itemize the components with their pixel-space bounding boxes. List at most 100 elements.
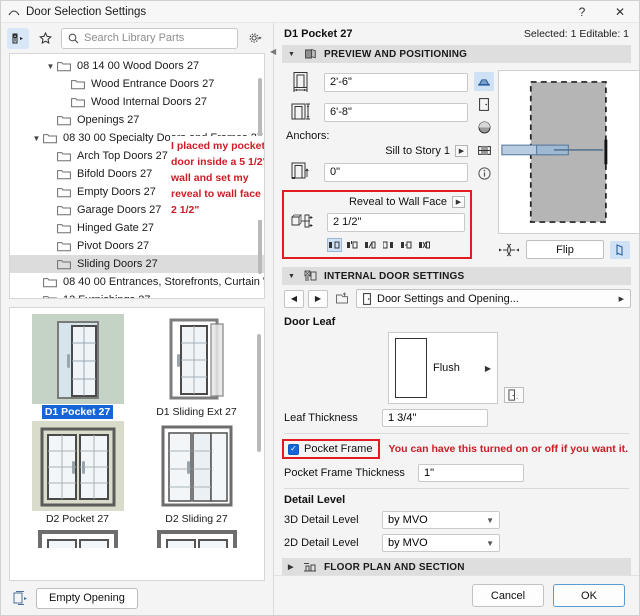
folder-icon <box>57 205 73 216</box>
library-part-gallery[interactable]: D1 Pocket 27 D1 Sliding Ext 27 D2 Pocket 2… <box>9 307 265 581</box>
tree-item-label: Garage Doors 27 <box>77 204 162 216</box>
floor-plan-section-icon <box>303 562 317 573</box>
elevation-icon[interactable] <box>474 95 494 114</box>
gallery-scrollbar[interactable] <box>257 334 261 452</box>
gallery-item[interactable] <box>139 528 254 548</box>
tree-item[interactable]: ▼ 08 14 00 Wood Doors 27 <box>10 57 264 75</box>
gallery-item[interactable]: D1 Pocket 27 <box>20 314 135 419</box>
folder-icon <box>71 97 87 108</box>
flip-button[interactable]: Flip <box>526 240 604 259</box>
anchor-opt5-icon[interactable] <box>399 238 414 252</box>
tree-item[interactable]: Openings 27 <box>10 111 264 129</box>
3d-sphere-icon[interactable] <box>474 118 494 137</box>
settings-scroll-area[interactable]: ▼ PREVIEW AND POSITIONING 2'-6" 6'-8" An… <box>274 45 639 575</box>
tree-item[interactable]: Pivot Doors 27 <box>10 237 264 255</box>
reveal-highlight-box: Reveal to Wall Face ▶ 2 1/2" <box>282 190 472 259</box>
pocket-frame-highlight-box: ✓ Pocket Frame <box>282 439 381 459</box>
tree-item[interactable]: Wood Internal Doors 27 <box>10 93 264 111</box>
gallery-item-thumbnail <box>31 314 124 404</box>
star-icon[interactable] <box>34 28 56 49</box>
ok-button[interactable]: OK <box>553 584 625 607</box>
tree-item[interactable]: Wood Entrance Doors 27 <box>10 75 264 93</box>
door-height-input[interactable]: 6'-8" <box>324 102 468 122</box>
mirror-icon[interactable] <box>498 242 520 258</box>
selection-info: Selected: 1 Editable: 1 <box>523 28 629 40</box>
anchor-left-icon[interactable] <box>327 238 342 252</box>
door-leaf-selector[interactable]: Flush ▶ <box>388 332 498 404</box>
sill-anchor-input[interactable]: 0" <box>324 162 468 182</box>
tree-item[interactable]: Hinged Gate 27 <box>10 219 264 237</box>
close-button[interactable]: ✕ <box>601 1 639 23</box>
leaf-more-icon[interactable]: .. <box>504 387 524 403</box>
door-height-icon <box>286 100 316 124</box>
chevron-right-icon[interactable]: ▶ <box>485 364 491 373</box>
anchor-center-icon[interactable] <box>345 238 360 252</box>
chevron-down-icon: ▼ <box>288 50 296 58</box>
detail-level-title: Detail Level <box>284 494 346 506</box>
section-preview-and-positioning[interactable]: ▼ PREVIEW AND POSITIONING <box>282 45 631 63</box>
search-input[interactable]: Search Library Parts <box>61 27 238 49</box>
door-width-input[interactable]: 2'-6" <box>324 72 468 92</box>
door-settings-page-selector[interactable]: Door Settings and Opening... ▶ <box>356 289 631 308</box>
model-3d-icon[interactable] <box>474 72 494 91</box>
tree-item[interactable]: 08 40 00 Entrances, Storefronts, Curtain… <box>10 273 264 291</box>
sill-anchor-popup[interactable]: Sill to Story 1 ▶ <box>286 145 468 157</box>
section-floor-plan-and-section[interactable]: ▶ FLOOR PLAN AND SECTION <box>282 558 631 575</box>
title-bar: Door Selection Settings ? ✕ <box>1 1 639 23</box>
folder-icon <box>57 241 73 252</box>
chevron-right-icon: ▶ <box>288 564 294 571</box>
chevron-right-icon[interactable]: ▶ <box>452 196 465 208</box>
arrow-right-icon[interactable]: ▶ <box>308 289 328 308</box>
detail-level-select[interactable]: by MVO ▼ <box>382 511 500 529</box>
chevron-right-icon[interactable]: ▶ <box>619 295 624 303</box>
section-internal-door-settings[interactable]: ▼ INTERNAL DOOR SETTINGS <box>282 267 631 285</box>
gallery-item[interactable] <box>20 528 135 548</box>
settings-header: D1 Pocket 27 Selected: 1 Editable: 1 <box>274 23 639 45</box>
tree-item[interactable]: 12 Furnishings 27 <box>10 291 264 298</box>
door-preview[interactable] <box>498 70 639 234</box>
section-icon[interactable] <box>474 141 494 160</box>
empty-opening-button[interactable]: Empty Opening <box>36 587 138 609</box>
tree-item[interactable]: Sliding Doors 27 <box>10 255 264 273</box>
folder-icon <box>57 151 73 162</box>
chevron-right-icon[interactable]: ▶ <box>455 145 468 157</box>
tree-item-label: Empty Doors 27 <box>77 186 156 198</box>
orientation-left-icon[interactable] <box>610 240 630 259</box>
collapsed-sections: ▶FLOOR PLAN AND SECTION▶DIMENSION MARKER… <box>282 558 631 575</box>
leaf-thickness-input[interactable]: 1 3/4" <box>382 409 488 427</box>
library-part-browse-icon[interactable] <box>7 27 29 49</box>
folder-icon <box>57 187 73 198</box>
section-label: INTERNAL DOOR SETTINGS <box>324 270 465 282</box>
gallery-item[interactable]: D1 Sliding Ext 27 <box>139 314 254 419</box>
reveal-popup[interactable]: Reveal to Wall Face ▶ <box>289 196 465 208</box>
go-up-icon[interactable] <box>332 290 352 308</box>
detail-level-select[interactable]: by MVO ▼ <box>382 534 500 552</box>
arrow-left-icon[interactable]: ◀ <box>284 289 304 308</box>
gallery-item[interactable]: D2 Sliding 27 <box>139 421 254 526</box>
pocket-frame-thickness-input[interactable]: 1" <box>418 464 524 482</box>
anchor-right-icon[interactable] <box>363 238 378 252</box>
chevron-down-icon[interactable]: ▼ <box>44 62 57 71</box>
library-browser-pane: Search Library Parts ▼ 08 14 00 Wood Door… <box>1 23 273 615</box>
gallery-item-thumbnail <box>31 421 124 511</box>
gear-icon[interactable] <box>243 28 267 49</box>
reveal-input[interactable]: 2 1/2" <box>327 212 465 232</box>
help-button[interactable]: ? <box>563 1 601 23</box>
gallery-item[interactable]: D2 Pocket 27 <box>20 421 135 526</box>
library-tree[interactable]: ▼ 08 14 00 Wood Doors 27 Wood Entrance Doo… <box>9 53 265 299</box>
anchor-opt4-icon[interactable] <box>381 238 396 252</box>
info-icon[interactable] <box>474 164 494 183</box>
anchor-opt6-icon[interactable] <box>417 238 432 252</box>
search-placeholder: Search Library Parts <box>84 32 185 44</box>
internal-door-settings-icon <box>303 270 317 282</box>
chevron-down-icon[interactable]: ▼ <box>30 134 43 143</box>
orientation-right-icon[interactable] <box>636 241 639 259</box>
library-toolbar: Search Library Parts <box>1 23 273 53</box>
pocket-frame-checkbox[interactable]: ✓ <box>288 443 299 455</box>
sill-anchor-icon <box>286 160 316 184</box>
cancel-button[interactable]: Cancel <box>472 584 544 607</box>
detail-level-rows: 3D Detail Level by MVO ▼ 2D Detail Level by … <box>282 511 631 552</box>
tree-item-label: Sliding Doors 27 <box>77 258 158 270</box>
tree-item-label: Arch Top Doors 27 <box>77 150 168 162</box>
door-leaf-row: Flush ▶ .. <box>284 332 631 404</box>
